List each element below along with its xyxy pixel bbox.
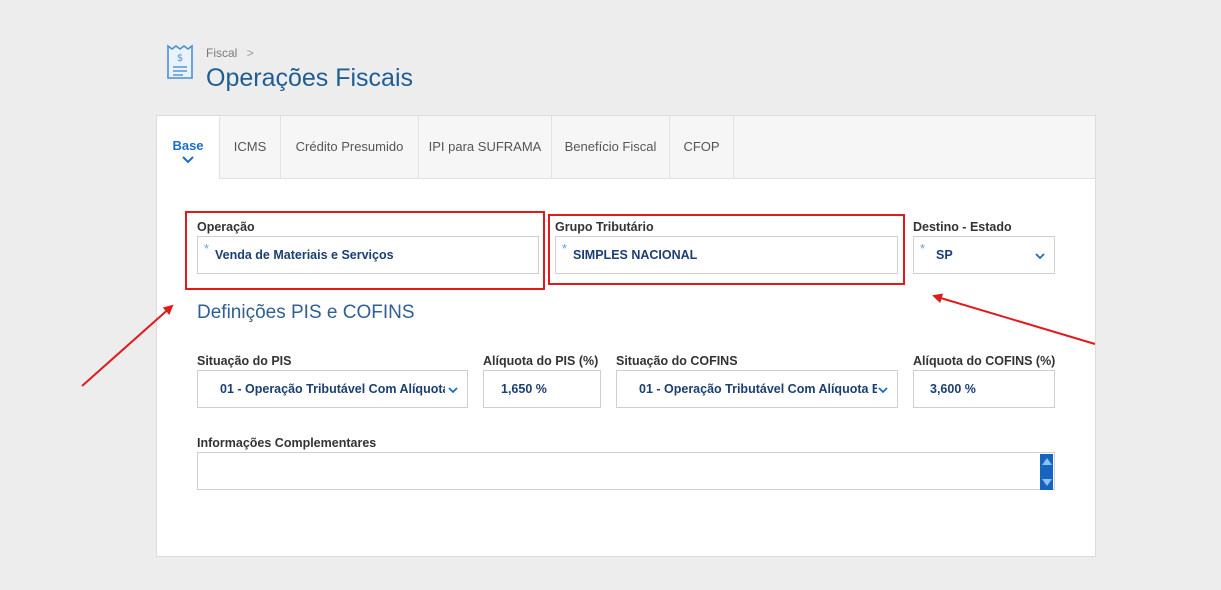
arrow-to-grupo-tributario [932, 293, 1096, 345]
arrow-to-operacao [81, 304, 174, 387]
annotation-arrows [81, 293, 1096, 387]
